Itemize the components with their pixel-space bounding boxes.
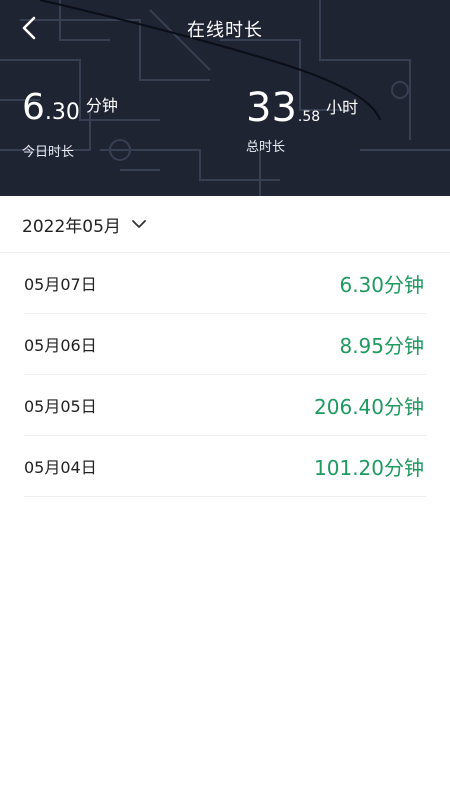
- record-date: 05月05日: [24, 397, 97, 416]
- record-duration: 206.40分钟: [314, 394, 424, 419]
- month-selector[interactable]: 2022年05月: [0, 196, 450, 253]
- list-item: 05月05日 206.40分钟: [24, 375, 426, 436]
- record-duration: 6.30分钟: [339, 272, 424, 297]
- chevron-down-icon: [131, 216, 147, 232]
- today-duration-int: 6: [22, 87, 45, 128]
- record-date: 05月06日: [24, 336, 97, 355]
- total-duration-caption: 总时长: [246, 140, 286, 155]
- total-duration-int: 33: [246, 85, 297, 131]
- header: 在线时长 6.30 分钟 今日时长 33.58 小时 总时长: [0, 0, 450, 196]
- total-duration-unit: 小时: [326, 98, 359, 117]
- today-duration: 6.30 分钟 今日时长: [22, 87, 118, 161]
- today-duration-unit: 分钟: [85, 96, 118, 115]
- record-date: 05月07日: [24, 275, 97, 294]
- month-selector-label: 2022年05月: [22, 216, 121, 237]
- record-duration: 101.20分钟: [314, 455, 424, 480]
- record-date: 05月04日: [24, 458, 97, 477]
- list-item: 05月07日 6.30分钟: [24, 253, 426, 314]
- today-duration-dec: .30: [44, 100, 80, 125]
- record-duration: 8.95分钟: [339, 333, 424, 358]
- list-item: 05月06日 8.95分钟: [24, 314, 426, 375]
- page-title: 在线时长: [187, 20, 263, 41]
- list-item: 05月04日 101.20分钟: [24, 436, 426, 497]
- record-list: 05月07日 6.30分钟 05月06日 8.95分钟 05月05日 206.4…: [24, 253, 426, 497]
- today-duration-caption: 今日时长: [22, 145, 75, 160]
- total-duration-dec: .58: [297, 109, 321, 125]
- total-duration: 33.58 小时 总时长: [246, 88, 358, 155]
